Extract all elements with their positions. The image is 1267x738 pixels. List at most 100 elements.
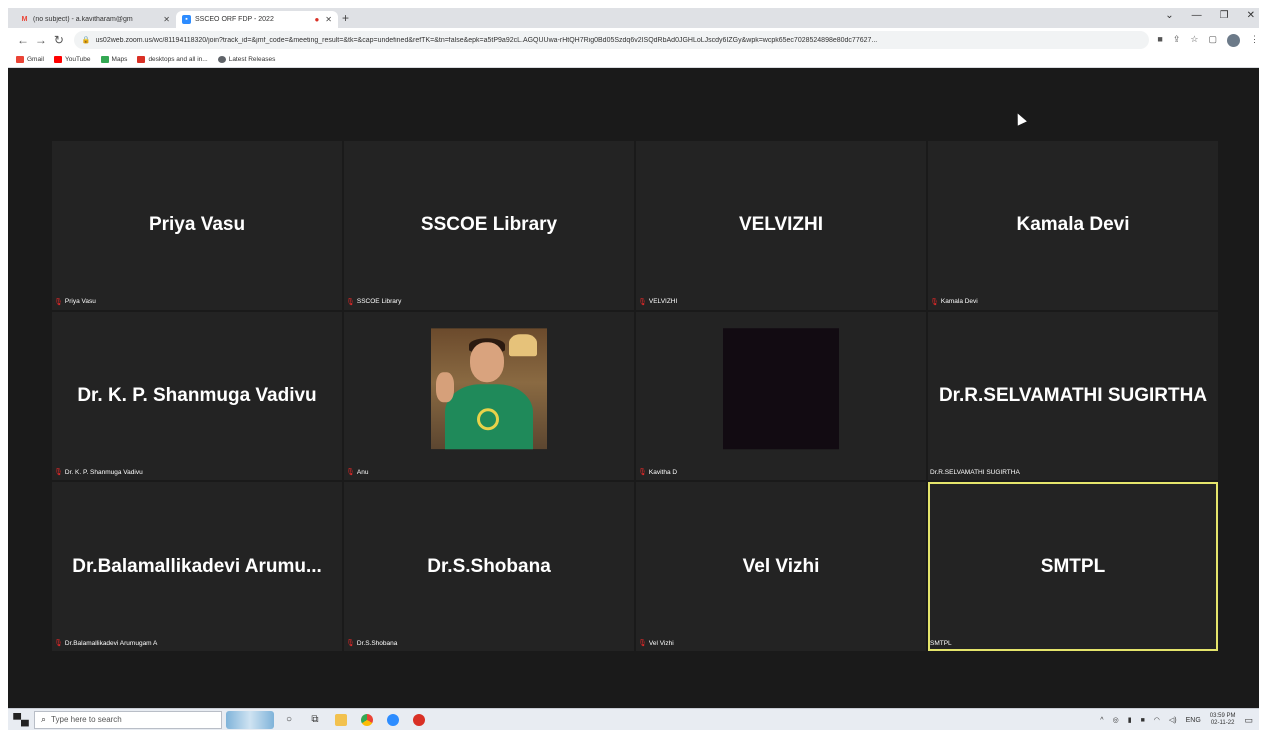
close-window-button[interactable]: ✕: [1247, 10, 1255, 21]
participant-tile[interactable]: Dr.Balamallikadevi Arumu... 🎙 Dr.Balamall…: [52, 482, 342, 651]
microphone-icon[interactable]: ▮: [1128, 716, 1132, 724]
participant-tile[interactable]: Dr. K. P. Shanmuga Vadivu 🎙 Dr. K. P. Sha…: [52, 311, 342, 481]
participant-grid: Priya Vasu 🎙 Priya Vasu SSCOE Library 🎙 SS…: [52, 141, 1218, 651]
participant-tile-active-speaker[interactable]: SMTPL SMTPL: [928, 482, 1218, 651]
address-bar[interactable]: 🔒 us02web.zoom.us/wc/81194118320/join?tr…: [73, 31, 1150, 49]
participant-label: 🎙 SSCOE Library: [346, 298, 401, 306]
app-icon[interactable]: [408, 709, 430, 731]
wifi-icon[interactable]: ◠: [1154, 716, 1160, 724]
network-icon[interactable]: ◎: [1113, 716, 1119, 724]
clock-date: 02-11-22: [1210, 720, 1235, 726]
participant-label: 🎙 Anu: [346, 468, 369, 477]
bookmark-latest-releases[interactable]: Latest Releases: [217, 56, 275, 63]
mic-muted-icon: 🎙: [54, 469, 63, 477]
participant-tile[interactable]: VELVIZHI 🎙 VELVIZHI: [636, 141, 926, 310]
notifications-icon[interactable]: ▭: [1244, 715, 1253, 726]
star-icon[interactable]: ☆: [1190, 34, 1198, 47]
participant-tile[interactable]: 🎙 Kavitha D: [636, 311, 926, 481]
windows-start-button[interactable]: ▀▄: [8, 709, 34, 731]
sidepanel-icon[interactable]: ▢: [1208, 34, 1217, 47]
windows-taskbar: ▀▄ ⌕ Type here to search ○ ⧉ ^ ◎ ▮ ■ ◠ ◁…: [8, 708, 1259, 730]
tab-zoom[interactable]: ▪ SSCEO ORF FDP - 2022 ● ✕: [176, 11, 338, 28]
file-explorer-icon[interactable]: [330, 709, 352, 731]
gmail-icon: [16, 56, 24, 63]
chevron-down-icon[interactable]: ⌄: [1165, 10, 1173, 21]
participant-tile[interactable]: 🎙 Anu: [344, 311, 634, 481]
forward-button[interactable]: →: [34, 33, 48, 47]
maps-icon: [100, 56, 109, 63]
minimize-button[interactable]: —: [1192, 10, 1202, 21]
restore-button[interactable]: ❐: [1220, 10, 1229, 21]
zoom-app-icon[interactable]: [382, 709, 404, 731]
url-text: us02web.zoom.us/wc/81194118320/join?trac…: [95, 36, 878, 44]
github-icon: [217, 56, 226, 63]
clock-time: 03:59 PM: [1209, 713, 1236, 719]
taskbar-search-input[interactable]: ⌕ Type here to search: [34, 710, 222, 729]
participant-tile[interactable]: Dr.R.SELVAMATHI SUGIRTHA Dr.R.SELVAMATHI…: [928, 311, 1218, 481]
chrome-icon[interactable]: [356, 709, 378, 731]
participant-label: Dr.R.SELVAMATHI SUGIRTHA: [930, 469, 1020, 476]
gmail-icon: M: [21, 16, 28, 23]
mouse-cursor-icon: [1013, 111, 1027, 126]
cortana-icon[interactable]: ○: [278, 709, 300, 731]
bookmarks-bar: Gmail YouTube Maps desktops and all in..…: [8, 52, 1259, 68]
participant-tile[interactable]: Vel Vizhi 🎙 Vel Vizhi: [636, 482, 926, 651]
lock-icon: 🔒: [81, 37, 91, 44]
task-view-icon[interactable]: ⧉: [304, 709, 326, 731]
participant-display-name: Priya Vasu: [148, 214, 246, 236]
back-button[interactable]: ←: [16, 33, 30, 47]
participant-video-photo: [431, 328, 547, 450]
profile-avatar[interactable]: [1226, 33, 1240, 47]
participant-display-name: SMTPL: [1040, 555, 1106, 577]
clock[interactable]: 03:59 PM 02-11-22: [1210, 713, 1236, 727]
participant-display-name: Dr.S.Shobana: [427, 555, 551, 577]
new-tab-button[interactable]: +: [342, 11, 349, 25]
camera-icon[interactable]: ■: [1141, 717, 1145, 724]
participant-label: SMTPL: [930, 640, 952, 647]
mic-muted-icon: 🎙: [930, 298, 939, 306]
participant-name: SMTPL: [930, 640, 952, 647]
mic-muted-icon: 🎙: [346, 469, 355, 477]
participant-label: 🎙 Vel Vizhi: [638, 639, 674, 648]
mic-muted-icon: 🎙: [346, 640, 355, 647]
participant-label: 🎙 Dr.Balamallikadevi Arumugam A: [54, 639, 157, 648]
participant-tile[interactable]: Kamala Devi 🎙 Kamala Devi: [928, 141, 1218, 310]
participant-tile[interactable]: Dr.S.Shobana 🎙 Dr.S.Shobana: [344, 482, 634, 651]
participant-name: SSCOE Library: [356, 298, 402, 306]
participant-label: 🎙 VELVIZHI: [638, 298, 677, 306]
participant-tile[interactable]: Priya Vasu 🎙 Priya Vasu: [52, 141, 342, 310]
reload-button[interactable]: ↻: [52, 33, 66, 47]
close-icon[interactable]: ✕: [325, 15, 332, 24]
participant-tile[interactable]: SSCOE Library 🎙 SSCOE Library: [344, 141, 634, 310]
close-icon[interactable]: ✕: [163, 15, 170, 24]
search-icon: ⌕: [41, 714, 47, 724]
browser-toolbar: ← → ↻ 🔒 us02web.zoom.us/wc/81194118320/j…: [8, 28, 1259, 52]
bookmark-youtube[interactable]: YouTube: [53, 56, 91, 63]
participant-name: Dr.R.SELVAMATHI SUGIRTHA: [930, 469, 1020, 477]
mic-muted-icon: 🎙: [54, 640, 63, 647]
mic-muted-icon: 🎙: [346, 298, 355, 306]
system-tray: ^ ◎ ▮ ■ ◠ ◁) ENG 03:59 PM 02-11-22 ▭: [1100, 709, 1253, 730]
bookmark-label: Gmail: [27, 56, 44, 63]
participant-display-name: Vel Vizhi: [742, 555, 820, 577]
chevron-up-icon[interactable]: ^: [1100, 717, 1103, 724]
volume-icon[interactable]: ◁): [1169, 716, 1177, 724]
participant-display-name: Kamala Devi: [1016, 214, 1130, 236]
participant-label: 🎙 Priya Vasu: [54, 298, 96, 306]
search-highlight-image[interactable]: [226, 710, 274, 729]
share-icon[interactable]: ⇪: [1173, 34, 1181, 47]
screen: M (no subject) - a.kavitharam@gm ✕ ▪ SSC…: [8, 8, 1259, 730]
participant-name: Vel Vizhi: [648, 639, 674, 647]
tab-gmail[interactable]: M (no subject) - a.kavitharam@gm ✕: [14, 11, 176, 28]
participant-name: VELVIZHI: [648, 298, 678, 306]
participant-name: Anu: [356, 468, 369, 476]
bookmark-gmail[interactable]: Gmail: [16, 56, 44, 63]
bookmark-maps[interactable]: Maps: [100, 56, 127, 63]
mic-muted-icon: 🎙: [638, 469, 647, 477]
camera-icon[interactable]: ■: [1157, 34, 1162, 47]
participant-name: Kavitha D: [648, 468, 678, 476]
menu-icon[interactable]: ⋮: [1250, 34, 1259, 47]
participant-name: Kamala Devi: [940, 298, 978, 306]
language-indicator[interactable]: ENG: [1186, 717, 1201, 724]
bookmark-desktops[interactable]: desktops and all in...: [137, 56, 208, 63]
